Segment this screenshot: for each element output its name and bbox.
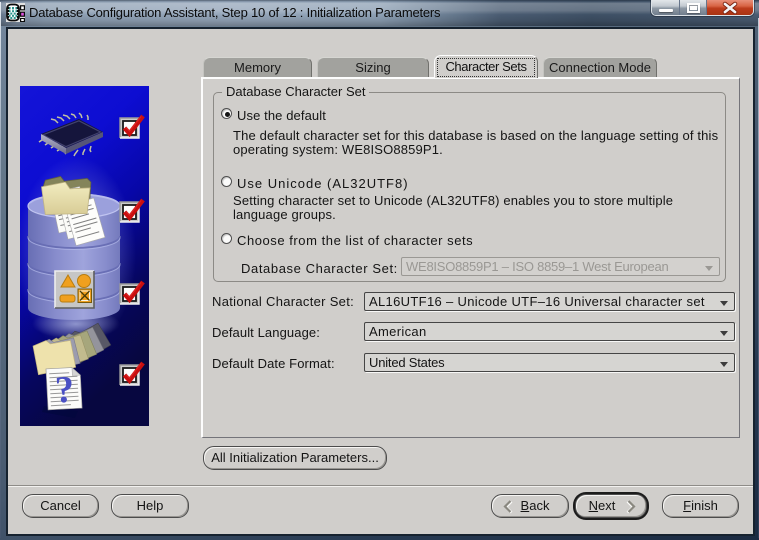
svg-text:?: ? [54, 369, 75, 412]
